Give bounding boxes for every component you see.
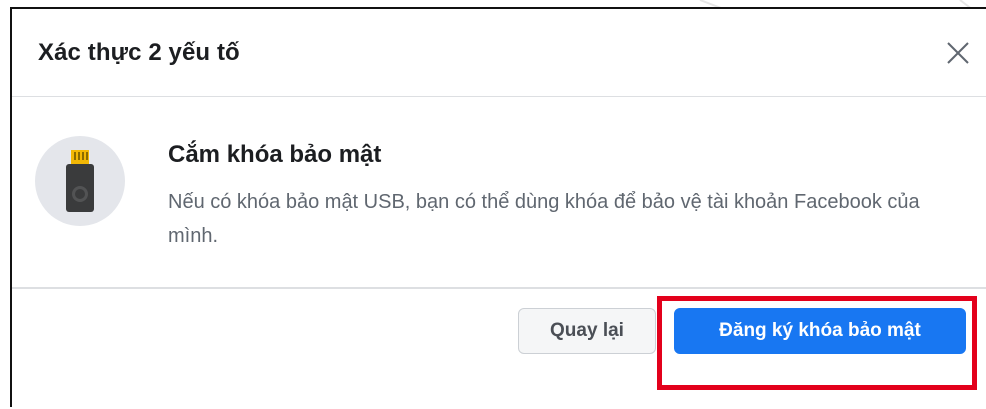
section-heading: Cắm khóa bảo mật <box>168 141 382 168</box>
dialog-body: Cắm khóa bảo mật Nếu có khóa bảo mật USB… <box>12 97 986 289</box>
close-button[interactable] <box>942 39 972 69</box>
dialog-title: Xác thực 2 yếu tố <box>38 39 240 66</box>
usb-key-avatar <box>35 136 125 226</box>
usb-key-icon <box>66 150 94 212</box>
close-icon <box>947 42 969 64</box>
section-description: Nếu có khóa bảo mật USB, bạn có thể dùng… <box>168 191 920 247</box>
back-button[interactable]: Quay lại <box>518 308 656 354</box>
highlight-box <box>657 296 977 390</box>
dialog-header: Xác thực 2 yếu tố <box>12 9 986 97</box>
